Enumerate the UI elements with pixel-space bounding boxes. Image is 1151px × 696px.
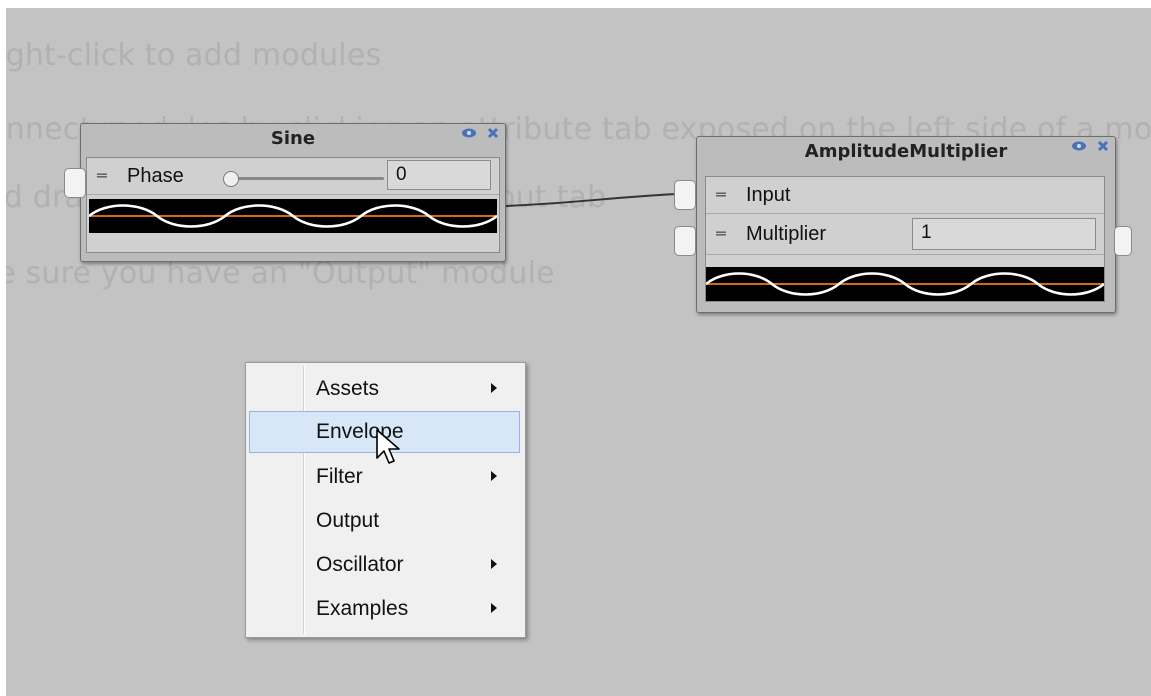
menu-item-label: Output <box>316 509 380 532</box>
eye-icon[interactable] <box>1071 140 1087 156</box>
close-icon[interactable] <box>1097 140 1109 156</box>
amplitude-multiplier-module[interactable]: AmplitudeMultiplier ═ Input ═ Multiplier… <box>696 136 1116 313</box>
input-attribute-port[interactable] <box>674 180 696 210</box>
add-module-context-menu: Assets Envelope Filter Output Oscillator… <box>245 362 526 638</box>
menu-item-label: Assets <box>316 377 380 400</box>
phase-slider-track[interactable] <box>232 177 384 180</box>
multiplier-attribute-port[interactable] <box>674 226 696 256</box>
menu-item-label: Filter <box>316 465 363 488</box>
menu-item-label: Examples <box>316 597 409 620</box>
menu-item-assets[interactable]: Assets <box>249 368 520 410</box>
pointer-cursor-icon <box>376 429 400 464</box>
sine-module-title: Sine <box>270 128 316 149</box>
amplitude-multiplier-waveform-preview <box>706 267 1104 301</box>
grip-icon[interactable]: ═ <box>97 168 111 184</box>
menu-item-label: Oscillator <box>316 553 404 576</box>
connection-wire <box>503 193 679 207</box>
sine-module[interactable]: Sine ═ Phase 0 <box>80 123 506 262</box>
multiplier-label: Multiplier <box>746 222 827 245</box>
phase-slider-thumb[interactable] <box>223 171 239 187</box>
node-graph-canvas[interactable]: Right-click to add modules Connect modul… <box>6 8 1151 696</box>
menu-item-examples[interactable]: Examples <box>249 588 520 630</box>
amplitude-multiplier-title: AmplitudeMultiplier <box>804 141 1008 162</box>
phase-value-field[interactable]: 0 <box>387 160 491 190</box>
multiplier-attribute-row: ═ Multiplier 1 <box>706 214 1104 255</box>
submenu-arrow-icon <box>491 559 497 569</box>
input-attribute-row: ═ Input <box>706 177 1104 214</box>
menu-item-oscillator[interactable]: Oscillator <box>249 544 520 586</box>
grip-icon[interactable]: ═ <box>716 187 730 203</box>
grip-icon[interactable]: ═ <box>716 226 730 242</box>
sine-waveform-preview <box>89 199 497 233</box>
sine-module-icons <box>455 127 499 143</box>
amplitude-multiplier-icons <box>1065 140 1109 156</box>
output-port[interactable] <box>1114 226 1132 256</box>
close-icon[interactable] <box>487 127 499 143</box>
amplitude-multiplier-body: ═ Input ═ Multiplier 1 <box>705 176 1105 302</box>
eye-icon[interactable] <box>461 127 477 143</box>
submenu-arrow-icon <box>491 383 497 393</box>
menu-item-output[interactable]: Output <box>249 500 520 542</box>
phase-attribute-row: ═ Phase 0 <box>87 158 499 195</box>
sine-input-port[interactable] <box>64 168 86 198</box>
input-label: Input <box>746 183 791 206</box>
sine-module-body: ═ Phase 0 <box>86 157 500 253</box>
submenu-arrow-icon <box>491 603 497 613</box>
submenu-arrow-icon <box>491 471 497 481</box>
multiplier-value-field[interactable]: 1 <box>912 218 1096 250</box>
phase-label: Phase <box>127 164 184 187</box>
